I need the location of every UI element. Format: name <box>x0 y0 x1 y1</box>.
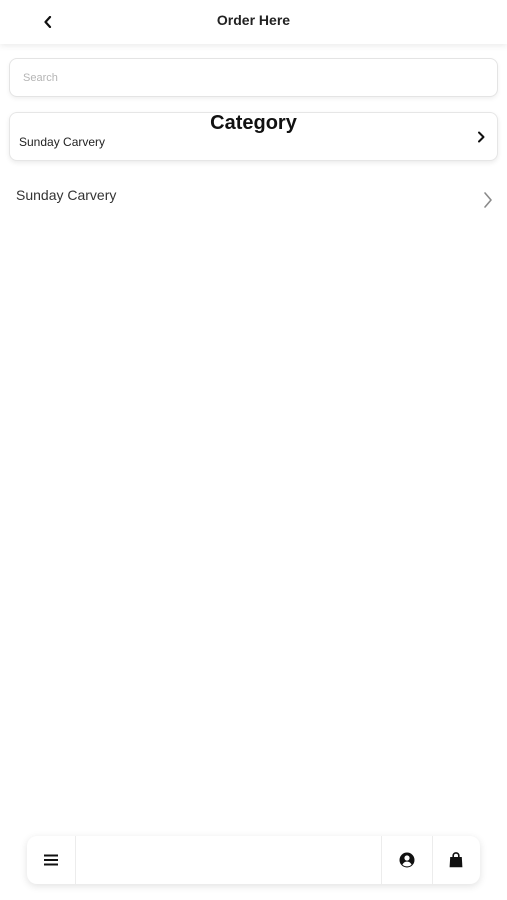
search-field[interactable] <box>9 58 498 97</box>
search-input[interactable] <box>10 59 497 96</box>
category-title: Category <box>210 112 297 134</box>
account-icon <box>399 852 415 868</box>
chevron-right-icon <box>484 192 492 208</box>
list-item-label: Sunday Carvery <box>16 187 117 203</box>
page-title: Order Here <box>216 12 291 28</box>
shopping-bag-icon <box>449 852 462 868</box>
menu-icon <box>44 854 58 866</box>
category-selected-label: Sunday Carvery <box>19 135 106 149</box>
app-header: Order Here <box>0 0 507 44</box>
cart-button[interactable] <box>431 836 480 884</box>
account-button[interactable] <box>381 836 433 884</box>
menu-button[interactable] <box>27 836 76 884</box>
list-item[interactable]: Sunday Carvery <box>0 178 507 218</box>
bottom-navigation-bar <box>27 836 480 884</box>
